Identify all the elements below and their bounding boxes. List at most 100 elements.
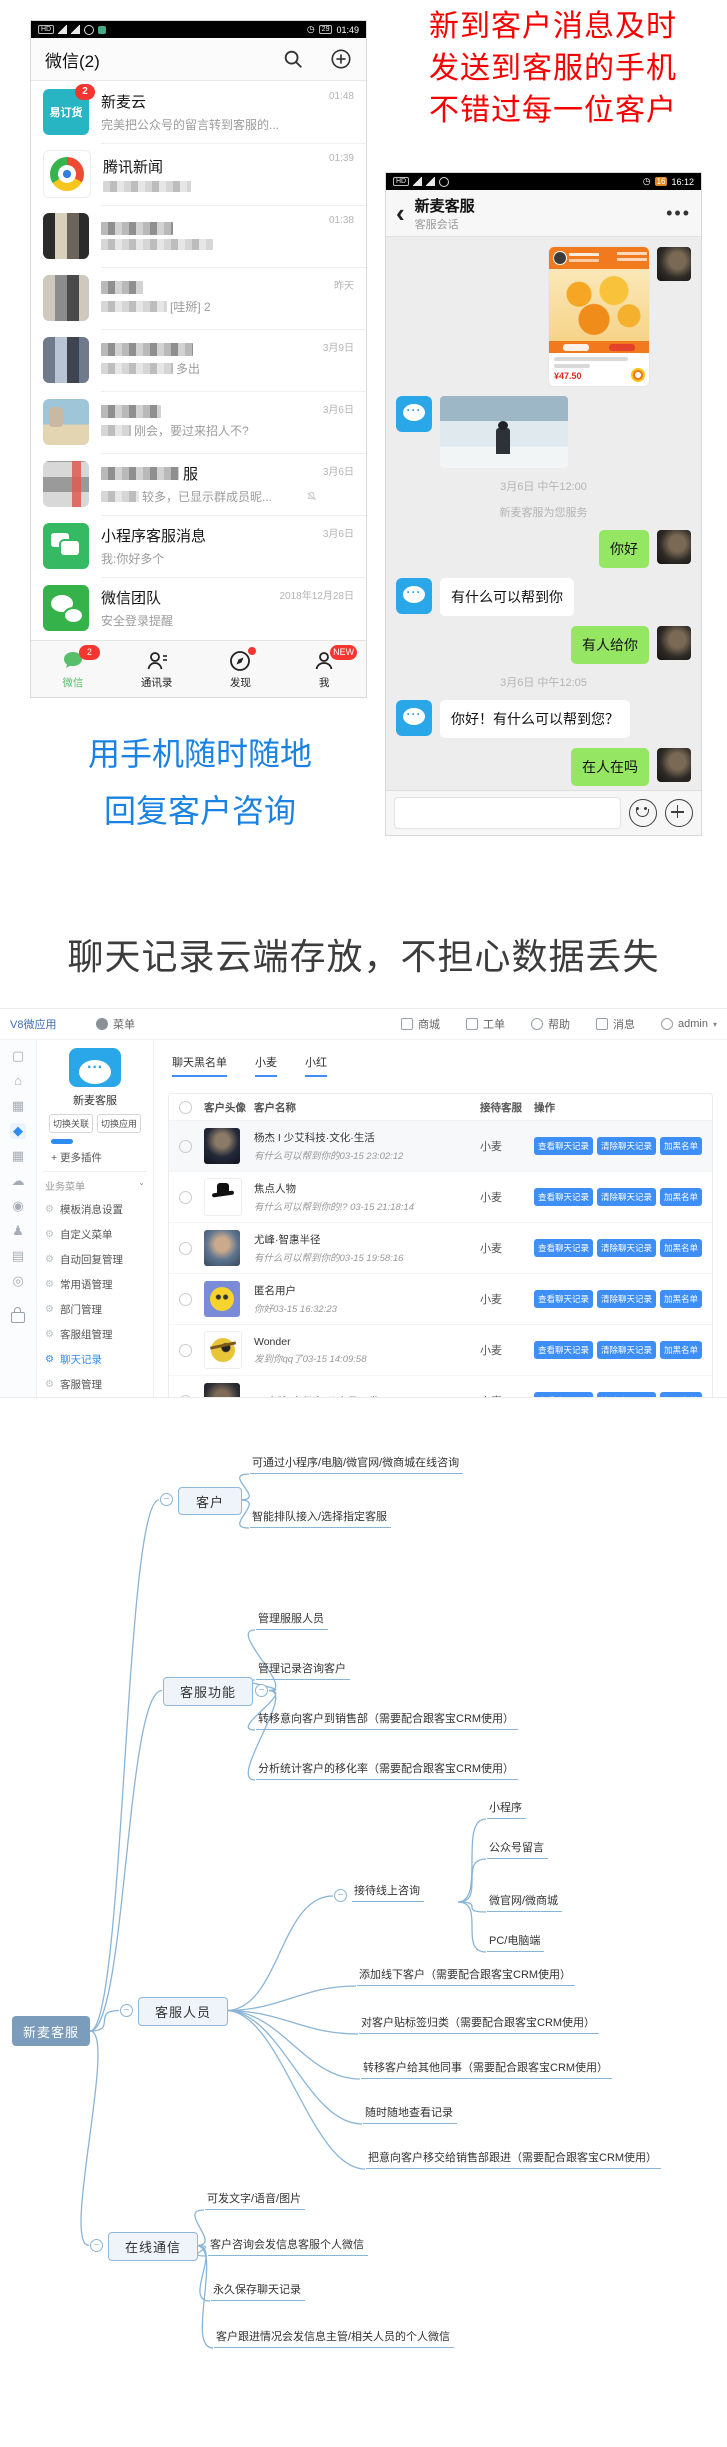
action-button-查看聊天记录[interactable]: 查看聊天记录 (534, 1239, 593, 1257)
chat-list-item[interactable]: 易订货2新麦云完美把公众号的留言转到客服的...01:48 (31, 81, 366, 143)
topbar-item-帮助[interactable]: 帮助 (531, 1016, 570, 1032)
collapse-toggle-icon[interactable]: − (90, 2239, 103, 2252)
mindmap-root[interactable]: 新麦客服 (12, 2016, 90, 2046)
emoji-icon[interactable] (629, 799, 657, 827)
sidebar-item-常用语管理[interactable]: ⚙常用语管理 (43, 1272, 147, 1297)
chat-list-item[interactable]: 01:38 (31, 205, 366, 267)
chat-list-item[interactable]: [哇掰] 2昨天 (31, 267, 366, 329)
mindmap-leaf[interactable]: 管理服服人员 (256, 1613, 328, 1630)
mindmap-leaf[interactable]: 客户跟进情况会发信息主管/相关人员的个人微信 (214, 2331, 454, 2348)
back-icon[interactable]: ‹ (396, 203, 405, 223)
chat-list-item[interactable]: 多出3月9日 (31, 329, 366, 391)
select-all-checkbox[interactable] (179, 1101, 192, 1114)
topbar-item-商城[interactable]: 商城 (401, 1016, 440, 1032)
action-button-清除聊天记录[interactable]: 清除聊天记录 (597, 1188, 656, 1206)
mindmap-branch-在线通信[interactable]: 在线通信 (108, 2232, 198, 2261)
action-button-查看聊天记录[interactable]: 查看聊天记录 (534, 1392, 593, 1398)
org-icon[interactable]: ♟ (10, 1223, 26, 1239)
mindmap-leaf[interactable]: 随时随地查看记录 (363, 2107, 457, 2124)
action-button-加黑名单[interactable]: 加黑名单 (660, 1188, 702, 1206)
row-checkbox[interactable] (179, 1395, 192, 1399)
attach-plus-icon[interactable] (665, 799, 693, 827)
mindmap-branch-客户[interactable]: 客户 (178, 1487, 242, 1515)
sidebar-item-自动回复管理[interactable]: ⚙自动回复管理 (43, 1247, 147, 1272)
action-button-查看聊天记录[interactable]: 查看聊天记录 (534, 1137, 593, 1155)
action-button-加黑名单[interactable]: 加黑名单 (660, 1341, 702, 1359)
tab-discover[interactable]: 发现 (199, 641, 283, 697)
users-icon[interactable]: ◉ (10, 1198, 26, 1214)
action-button-加黑名单[interactable]: 加黑名单 (660, 1290, 702, 1308)
action-button-清除聊天记录[interactable]: 清除聊天记录 (597, 1137, 656, 1155)
action-button-查看聊天记录[interactable]: 查看聊天记录 (534, 1341, 593, 1359)
row-checkbox[interactable] (179, 1242, 192, 1255)
mindmap-leaf[interactable]: 管理记录咨询客户 (256, 1663, 350, 1680)
mindmap-leaf[interactable]: 转移客户给其他同事（需要配合跟客宝CRM使用） (361, 2062, 612, 2079)
tab-wechat[interactable]: 2 微信 (31, 641, 115, 697)
search-icon[interactable] (282, 48, 304, 70)
home-icon[interactable]: ⌂ (10, 1073, 26, 1089)
sidebar-item-客服组管理[interactable]: ⚙客服组管理 (43, 1322, 147, 1347)
topbar-item-admin[interactable]: admin▾ (661, 1018, 717, 1030)
mindmap-leaf[interactable]: 客户咨询会发信息客服个人微信 (208, 2239, 368, 2256)
gear-circle-icon[interactable]: ◎ (10, 1273, 26, 1289)
chat-list-item[interactable]: 服较多，已显示群成员昵...3月6日 (31, 453, 366, 515)
action-button-清除聊天记录[interactable]: 清除聊天记录 (597, 1290, 656, 1308)
message-input[interactable] (394, 797, 621, 829)
table-row[interactable]: A -李骏-小程序-公众号开发小麦查看聊天记录清除聊天记录加黑名单 (169, 1376, 712, 1398)
collapse-toggle-icon[interactable]: − (160, 1493, 173, 1506)
mindmap-branch-客服功能[interactable]: 客服功能 (163, 1677, 253, 1706)
mindmap-leaf[interactable]: 添加线下客户（需要配合跟客宝CRM使用） (357, 1969, 575, 1986)
collapse-toggle-icon[interactable]: − (334, 1889, 347, 1902)
topbar-item-消息[interactable]: 消息 (596, 1016, 635, 1032)
apps-grid-icon[interactable]: ▦ (10, 1098, 26, 1114)
chat-list-item[interactable]: 腾讯新闻01:39 (31, 143, 366, 205)
table-row[interactable]: 尤峰·智惠半径有什么可以帮到你的03-15 19:58:16小麦查看聊天记录清除… (169, 1223, 712, 1274)
row-checkbox[interactable] (179, 1344, 192, 1357)
more-menu-icon[interactable]: ••• (666, 203, 691, 224)
mindmap-leaf[interactable]: 接待线上咨询 (352, 1885, 424, 1902)
action-button-加黑名单[interactable]: 加黑名单 (660, 1137, 702, 1155)
more-plugins-button[interactable]: + 更多插件 (51, 1150, 102, 1165)
action-button-加黑名单[interactable]: 加黑名单 (660, 1239, 702, 1257)
tab-contacts[interactable]: 通讯录 (115, 641, 199, 697)
action-button-清除聊天记录[interactable]: 清除聊天记录 (597, 1239, 656, 1257)
mindmap-branch-客服人员[interactable]: 客服人员 (138, 1997, 228, 2026)
mindmap-leaf[interactable]: 公众号留言 (487, 1842, 548, 1859)
table-row[interactable]: 杨杰 I 少艾科技·文化·生活有什么可以帮到你的03-15 23:02:12小麦… (169, 1121, 712, 1172)
table-row[interactable]: Wonder发到你qq了03-15 14:09:58小麦查看聊天记录清除聊天记录… (169, 1325, 712, 1376)
chat-list-item[interactable]: 刚会，要过来招人不?3月6日 (31, 391, 366, 453)
mindmap-leaf[interactable]: 智能排队接入/选择指定客服 (250, 1511, 391, 1528)
action-button-查看聊天记录[interactable]: 查看聊天记录 (534, 1188, 593, 1206)
chat-list-item[interactable]: 微信团队安全登录提醒2018年12月28日 (31, 577, 366, 639)
action-button-清除聊天记录[interactable]: 清除聊天记录 (597, 1392, 656, 1398)
action-button-清除聊天记录[interactable]: 清除聊天记录 (597, 1341, 656, 1359)
action-button-查看聊天记录[interactable]: 查看聊天记录 (534, 1290, 593, 1308)
mindmap-leaf[interactable]: 可通过小程序/电脑/微官网/微商城在线咨询 (250, 1457, 463, 1474)
collapse-toggle-icon[interactable]: − (120, 2004, 133, 2017)
monitor-icon[interactable]: ▤ (10, 1248, 26, 1264)
action-button-加黑名单[interactable]: 加黑名单 (660, 1392, 702, 1398)
tab-聊天黑名单[interactable]: 聊天黑名单 (172, 1054, 227, 1077)
tab-小麦[interactable]: 小麦 (255, 1054, 277, 1077)
menu-group-header[interactable]: 业务菜单⌄ (43, 1171, 147, 1197)
mindmap-leaf[interactable]: 对客户贴标签归类（需要配合跟客宝CRM使用） (359, 2017, 599, 2034)
product-card-message[interactable]: ¥47.50 (549, 247, 649, 386)
sidebar-item-部门管理[interactable]: ⚙部门管理 (43, 1297, 147, 1322)
row-checkbox[interactable] (179, 1140, 192, 1153)
grid2-icon[interactable]: ▦ (10, 1148, 26, 1164)
collapse-toggle-icon[interactable]: − (255, 1684, 268, 1697)
mindmap-leaf[interactable]: 转移意向客户到销售部（需要配合跟客宝CRM使用） (256, 1713, 518, 1730)
window-icon[interactable]: ▢ (10, 1048, 26, 1064)
tab-小红[interactable]: 小红 (305, 1054, 327, 1077)
row-checkbox[interactable] (179, 1293, 192, 1306)
cube-icon[interactable]: ◆ (10, 1123, 26, 1139)
sidebar-item-聊天记录[interactable]: ⚙聊天记录 (43, 1347, 147, 1372)
add-icon[interactable] (330, 48, 352, 70)
chat-list-item[interactable]: 小程序客服消息我:你好多个3月6日 (31, 515, 366, 577)
switch-app-button[interactable]: 切换应用 (97, 1114, 141, 1133)
sidebar-item-模板消息设置[interactable]: ⚙模板消息设置 (43, 1197, 147, 1222)
menu-toggle[interactable]: 菜单 (96, 1016, 135, 1032)
mindmap-leaf[interactable]: PC/电脑端 (487, 1935, 544, 1952)
row-checkbox[interactable] (179, 1191, 192, 1204)
mindmap-leaf[interactable]: 永久保存聊天记录 (211, 2284, 305, 2301)
